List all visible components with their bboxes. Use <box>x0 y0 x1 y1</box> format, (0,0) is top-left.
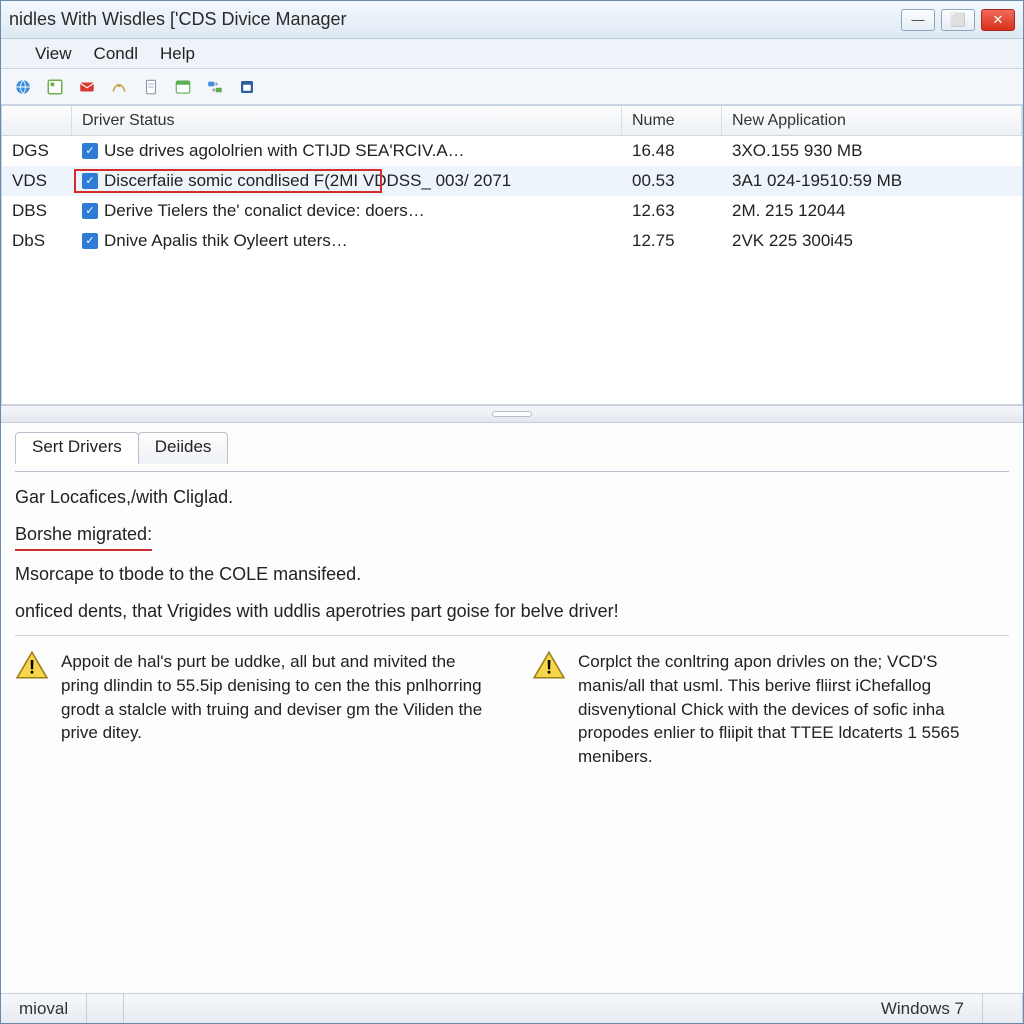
splitter-handle[interactable] <box>1 405 1023 423</box>
check-icon[interactable]: ✓ <box>82 203 98 219</box>
tabs: Sert Drivers Deiides <box>15 431 1009 463</box>
row-id: DGS <box>2 139 72 163</box>
col-header-status[interactable]: Driver Status <box>72 106 622 135</box>
globe-icon[interactable] <box>11 75 35 99</box>
table-row[interactable]: DbS ✓ Dnive Apalis thik Oyleert uters… 12.7… <box>2 226 1022 256</box>
table-row[interactable]: DGS ✓ Use drives agololrien with CTIJD SEA… <box>2 136 1022 166</box>
row-app: 3A1 024-19510:59 MB <box>722 169 1022 193</box>
row-id: DBS <box>2 199 72 223</box>
warning-icon: ! <box>532 650 566 680</box>
check-icon[interactable]: ✓ <box>82 173 98 189</box>
row-nume: 12.75 <box>622 229 722 253</box>
row-app: 2M. 215 12044 <box>722 199 1022 223</box>
row-app: 2VK 225 300i45 <box>722 229 1022 253</box>
tab-body: Gar Locafices,/with Cliglad. Borshe migr… <box>15 471 1009 769</box>
row-status-text: Derive Tielers the' conalict device: doe… <box>104 201 425 221</box>
swap-icon[interactable] <box>203 75 227 99</box>
status-cell-2 <box>87 994 124 1023</box>
check-icon[interactable]: ✓ <box>82 143 98 159</box>
warning-2: ! Corplct the conltring apon drivles on … <box>532 650 1009 769</box>
maximize-button[interactable]: ⬜ <box>941 9 975 31</box>
curve-icon[interactable] <box>107 75 131 99</box>
titlebar: nidles With Wisdles ['CDS Divice Manager… <box>1 1 1023 39</box>
driver-list: Driver Status Nume New Application DGS ✓ U… <box>1 105 1023 405</box>
row-status-text: Dnive Apalis thik Oyleert uters… <box>104 231 348 251</box>
close-button[interactable]: ✕ <box>981 9 1015 31</box>
status-left: mioval <box>1 994 87 1023</box>
menu-item-help[interactable]: Help <box>160 44 195 64</box>
window-controls: — ⬜ ✕ <box>901 9 1015 31</box>
detail-heading: Borshe migrated: <box>15 521 152 551</box>
row-status: ✓ Discerfaiie somic condlised F(2MI VDDSS… <box>72 169 622 193</box>
col-header-app[interactable]: New Application <box>722 106 1022 135</box>
row-id: VDS <box>2 169 72 193</box>
row-nume: 12.63 <box>622 199 722 223</box>
warning-text-2: Corplct the conltring apon drivles on th… <box>578 650 1009 769</box>
list-rows: DGS ✓ Use drives agololrien with CTIJD SEA… <box>2 136 1022 256</box>
row-status-text: Use drives agololrien with CTIJD SEA'RCI… <box>104 141 465 161</box>
status-cell-end <box>983 994 1023 1023</box>
envelope-icon[interactable] <box>75 75 99 99</box>
row-nume: 00.53 <box>622 169 722 193</box>
menubar: View Condl Help <box>1 39 1023 69</box>
layout-icon[interactable] <box>43 75 67 99</box>
browser-icon[interactable] <box>171 75 195 99</box>
row-id: DbS <box>2 229 72 253</box>
status-os: Windows 7 <box>863 994 983 1023</box>
row-status: ✓ Use drives agololrien with CTIJD SEA'RC… <box>72 139 622 163</box>
row-status: ✓ Derive Tielers the' conalict device: do… <box>72 199 622 223</box>
doc-icon[interactable] <box>139 75 163 99</box>
statusbar: mioval Windows 7 <box>1 993 1023 1023</box>
detail-line3: onficed dents, that Vrigides with uddlis… <box>15 598 1009 625</box>
col-header-id[interactable] <box>2 106 72 135</box>
detail-line2: Msorcape to tbode to the COLE mansifeed. <box>15 561 1009 588</box>
table-row[interactable]: DBS ✓ Derive Tielers the' conalict device:… <box>2 196 1022 226</box>
menu-item-view[interactable]: View <box>35 44 72 64</box>
menu-item-condl[interactable]: Condl <box>94 44 138 64</box>
minimize-button[interactable]: — <box>901 9 935 31</box>
warnings: ! Appoit de hal's purt be uddke, all but… <box>15 635 1009 769</box>
row-app: 3XO.155 930 MB <box>722 139 1022 163</box>
table-row[interactable]: VDS ✓ Discerfaiie somic condlised F(2MI VD… <box>2 166 1022 196</box>
row-status: ✓ Dnive Apalis thik Oyleert uters… <box>72 229 622 253</box>
row-nume: 16.48 <box>622 139 722 163</box>
tab-deiides[interactable]: Deiides <box>138 432 229 464</box>
svg-text:!: ! <box>546 658 552 679</box>
warning-icon: ! <box>15 650 49 680</box>
svg-text:!: ! <box>29 658 35 679</box>
list-header: Driver Status Nume New Application <box>2 106 1022 136</box>
app-window: nidles With Wisdles ['CDS Divice Manager… <box>0 0 1024 1024</box>
warning-text-1: Appoit de hal's purt be uddke, all but a… <box>61 650 492 769</box>
check-icon[interactable]: ✓ <box>82 233 98 249</box>
details-panel: Sert Drivers Deiides Gar Locafices,/with… <box>1 423 1023 993</box>
col-header-nume[interactable]: Nume <box>622 106 722 135</box>
tab-sert-drivers[interactable]: Sert Drivers <box>15 432 139 464</box>
row-status-text: Discerfaiie somic condlised F(2MI VDDSS_… <box>104 171 511 191</box>
toolbar <box>1 69 1023 105</box>
window-icon[interactable] <box>235 75 259 99</box>
warning-1: ! Appoit de hal's purt be uddke, all but… <box>15 650 492 769</box>
detail-line1: Gar Locafices,/with Cliglad. <box>15 484 1009 511</box>
window-title: nidles With Wisdles ['CDS Divice Manager <box>9 9 901 30</box>
